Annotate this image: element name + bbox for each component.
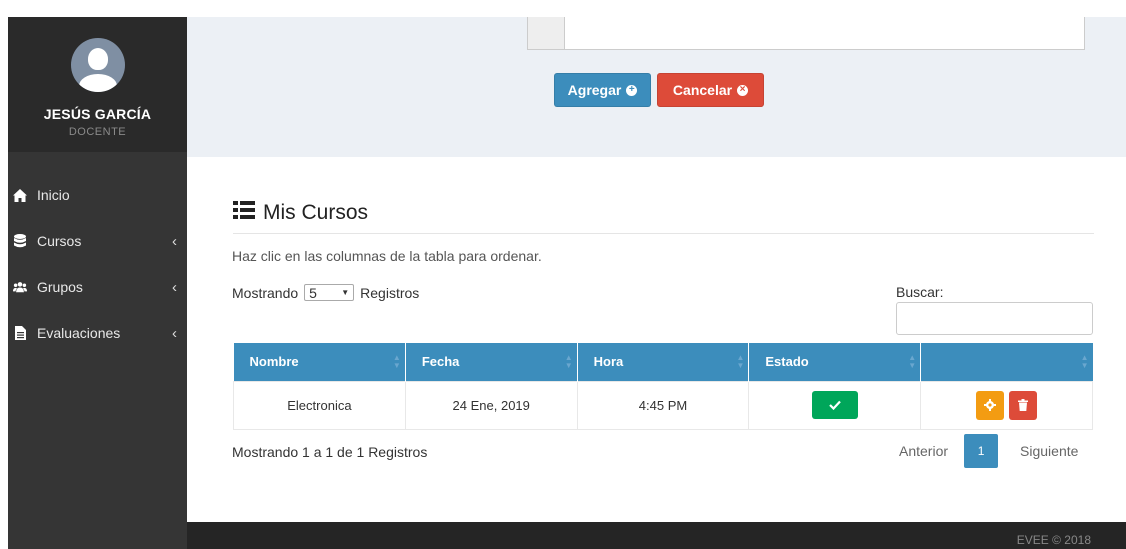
avatar bbox=[70, 38, 125, 92]
home-icon bbox=[13, 188, 27, 202]
main-content: Mis Cursos Haz clic en las columnas de l… bbox=[187, 157, 1126, 522]
database-icon bbox=[13, 234, 27, 248]
page-length-control: Mostrando 5 ▼ Registros bbox=[232, 284, 419, 301]
column-header-hora[interactable]: Hora ▲ ▼ bbox=[577, 343, 750, 381]
user-profile: JESÚS GARCÍA DOCENTE bbox=[8, 17, 187, 152]
sidebar: JESÚS GARCÍA DOCENTE Inicio Cursos ‹ Gru… bbox=[8, 17, 187, 549]
page-button-1[interactable]: 1 bbox=[964, 434, 999, 468]
users-icon bbox=[13, 280, 27, 294]
courses-table: Nombre ▲ ▼ Fecha ▲ ▼ Hora ▲ ▼ Estado ▲ ▼ ▲ ▼ Elec… bbox=[233, 343, 1093, 430]
sort-icon: ▲ ▼ bbox=[736, 353, 745, 370]
cell-nombre: Electronica bbox=[233, 380, 406, 430]
show-suffix: Registros bbox=[360, 284, 420, 301]
sort-icon: ▲ ▼ bbox=[392, 353, 401, 370]
chevron-left-icon: ‹ bbox=[172, 232, 177, 250]
next-page-button[interactable]: Siguiente bbox=[1020, 443, 1078, 459]
user-role: DOCENTE bbox=[68, 126, 127, 138]
sidebar-item-label: Cursos bbox=[37, 233, 82, 249]
footer: EVEE © 2018 bbox=[187, 522, 1126, 549]
sort-icon: ▲ ▼ bbox=[564, 353, 573, 370]
table-row: Electronica 24 Ene, 2019 4:45 PM bbox=[233, 380, 1093, 430]
edit-button[interactable] bbox=[975, 390, 1004, 420]
cancel-button-label: Cancelar bbox=[672, 82, 733, 98]
check-icon bbox=[829, 400, 841, 410]
table-info: Mostrando 1 a 1 de 1 Registros bbox=[232, 444, 428, 460]
gear-icon bbox=[983, 399, 996, 411]
divider bbox=[233, 233, 1094, 234]
add-button-label: Agregar bbox=[567, 82, 622, 98]
cell-hora: 4:45 PM bbox=[576, 380, 750, 430]
column-header-nombre[interactable]: Nombre ▲ ▼ bbox=[233, 343, 406, 381]
add-button[interactable]: Agregar + bbox=[554, 73, 651, 107]
show-prefix: Mostrando bbox=[232, 284, 299, 301]
column-header-estado[interactable]: Estado ▲ ▼ bbox=[748, 343, 922, 381]
sort-icon: ▲ ▼ bbox=[908, 353, 917, 370]
cell-actions bbox=[920, 380, 1093, 430]
table-header-row: Nombre ▲ ▼ Fecha ▲ ▼ Hora ▲ ▼ Estado ▲ ▼ ▲ ▼ bbox=[233, 343, 1093, 381]
cell-estado bbox=[748, 380, 922, 430]
sort-icon: ▲ ▼ bbox=[1080, 353, 1089, 370]
list-icon bbox=[233, 201, 255, 225]
caret-down-icon: ▼ bbox=[341, 288, 350, 297]
sidebar-item-grupos[interactable]: Grupos ‹ bbox=[8, 264, 187, 310]
file-icon bbox=[13, 326, 27, 340]
trash-icon bbox=[1018, 399, 1029, 411]
search-label: Buscar: bbox=[896, 284, 944, 300]
sidebar-item-cursos[interactable]: Cursos ‹ bbox=[8, 218, 187, 264]
column-header-actions[interactable]: ▲ ▼ bbox=[920, 343, 1093, 381]
sidebar-menu: Inicio Cursos ‹ Grupos ‹ Evaluaciones ‹ bbox=[8, 152, 187, 356]
sidebar-item-inicio[interactable]: Inicio bbox=[8, 172, 187, 218]
form-area: Agregar + Cancelar × bbox=[187, 17, 1126, 157]
page-length-select[interactable]: 5 ▼ bbox=[304, 284, 355, 301]
user-name: JESÚS GARCÍA bbox=[43, 106, 152, 122]
page-title: Mis Cursos bbox=[233, 201, 368, 225]
sidebar-item-label: Evaluaciones bbox=[37, 325, 121, 341]
description-textarea[interactable] bbox=[565, 17, 1084, 49]
search-input[interactable] bbox=[896, 302, 1093, 335]
sort-hint: Haz clic en las columnas de la tabla par… bbox=[232, 248, 542, 264]
footer-text: EVEE © 2018 bbox=[1016, 533, 1091, 547]
pagination: Anterior 1 Siguiente bbox=[899, 434, 1078, 468]
chevron-left-icon: ‹ bbox=[172, 324, 177, 342]
sidebar-item-evaluaciones[interactable]: Evaluaciones ‹ bbox=[8, 310, 187, 356]
input-addon bbox=[528, 17, 565, 49]
delete-button[interactable] bbox=[1009, 390, 1038, 420]
sidebar-item-label: Inicio bbox=[37, 187, 70, 203]
page-length-value: 5 bbox=[309, 284, 317, 301]
description-field[interactable] bbox=[527, 17, 1085, 50]
status-toggle-button[interactable] bbox=[811, 391, 858, 419]
times-circle-icon: × bbox=[737, 84, 749, 96]
sidebar-item-label: Grupos bbox=[37, 279, 83, 295]
previous-page-button[interactable]: Anterior bbox=[899, 443, 948, 459]
plus-circle-icon: + bbox=[626, 84, 638, 96]
cancel-button[interactable]: Cancelar × bbox=[657, 73, 764, 107]
cell-fecha: 24 Ene, 2019 bbox=[404, 380, 578, 430]
page-title-text: Mis Cursos bbox=[263, 201, 369, 224]
column-header-fecha[interactable]: Fecha ▲ ▼ bbox=[405, 343, 578, 381]
chevron-left-icon: ‹ bbox=[172, 278, 177, 296]
